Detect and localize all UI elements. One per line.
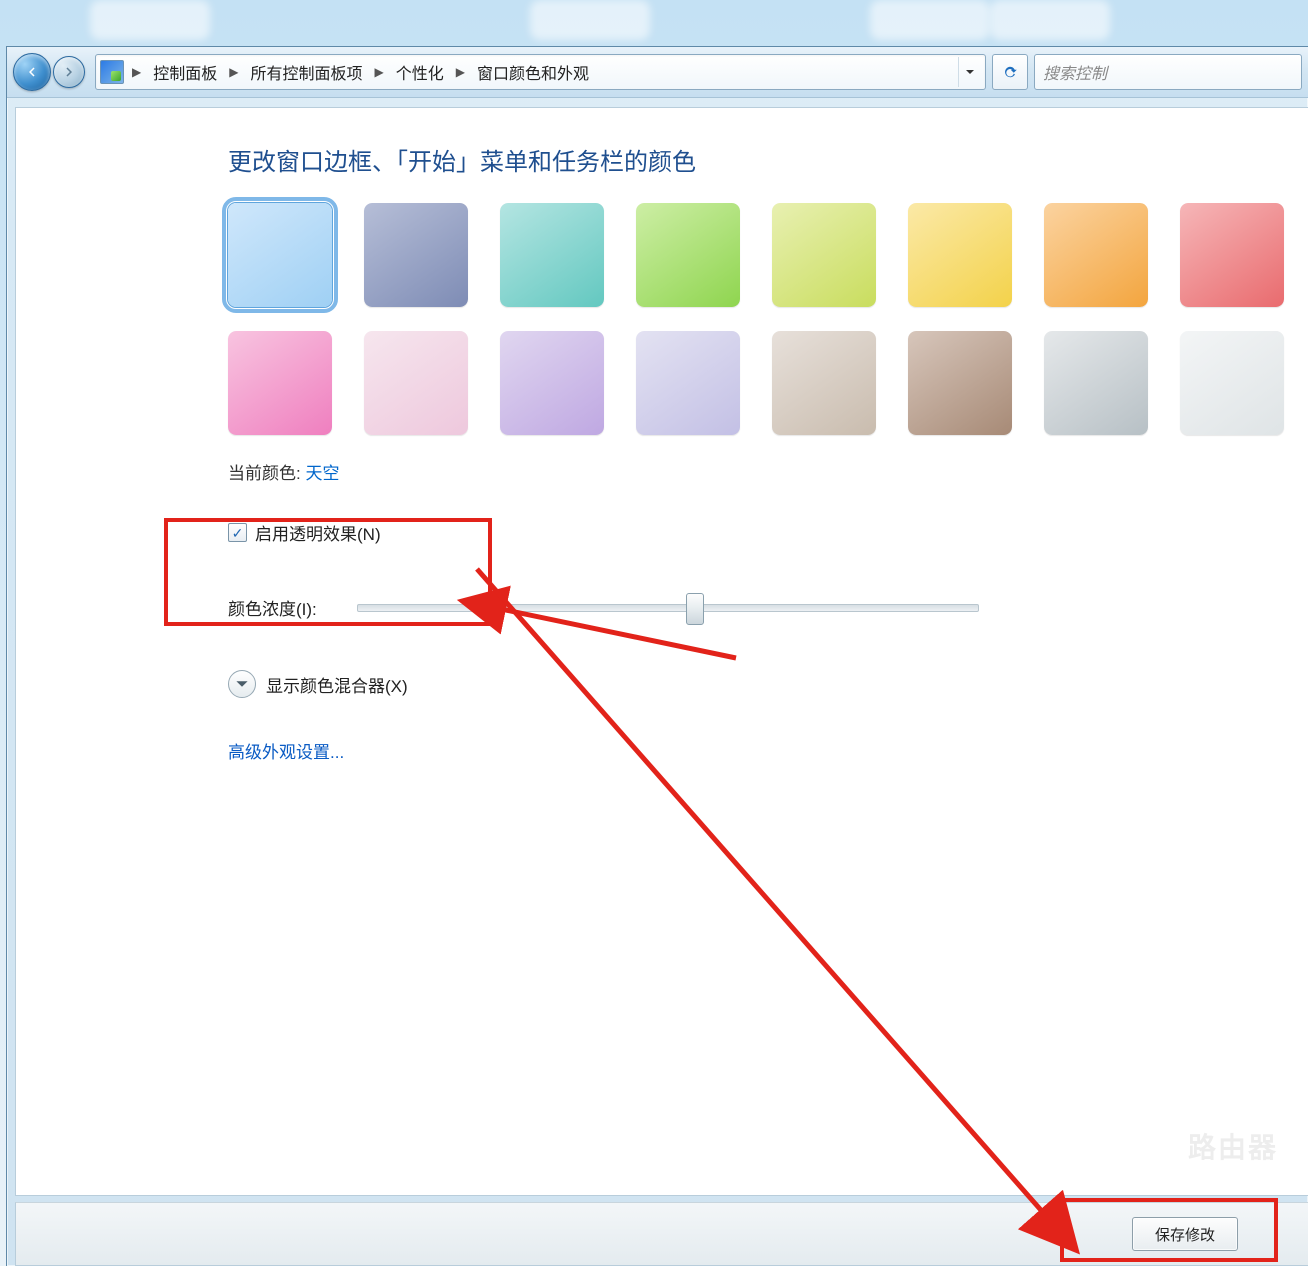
back-button[interactable] <box>13 53 51 91</box>
color-swatch-fuchsia[interactable] <box>228 331 332 435</box>
color-swatch-chocolate[interactable] <box>908 331 1012 435</box>
current-color-label: 当前颜色: <box>228 464 301 483</box>
page-title: 更改窗口边框、「开始」菜单和任务栏的颜色 <box>228 142 1308 177</box>
refresh-icon <box>1001 63 1019 81</box>
expand-button[interactable] <box>228 670 256 698</box>
search-placeholder: 搜索控制 <box>1043 60 1107 84</box>
color-swatch-sea[interactable] <box>500 203 604 307</box>
breadcrumb-item[interactable]: 个性化 <box>392 58 448 86</box>
breadcrumb-item[interactable]: 控制面板 <box>149 58 221 86</box>
search-input[interactable]: 搜索控制 <box>1034 54 1302 90</box>
bottom-action-bar: 保存修改 <box>15 1202 1308 1266</box>
navigation-bar: ▶ 控制面板 ▶ 所有控制面板项 ▶ 个性化 ▶ 窗口颜色和外观 搜索控制 <box>7 47 1308 98</box>
arrow-left-icon <box>23 63 41 81</box>
breadcrumb-item[interactable]: 所有控制面板项 <box>246 58 366 86</box>
desktop-background: ▶ 控制面板 ▶ 所有控制面板项 ▶ 个性化 ▶ 窗口颜色和外观 搜索控制 <box>0 0 1308 1266</box>
color-swatch-taupe[interactable] <box>772 331 876 435</box>
save-button[interactable]: 保存修改 <box>1132 1217 1238 1251</box>
current-color-row: 当前颜色: 天空 <box>228 459 1308 484</box>
address-dropdown[interactable] <box>958 57 981 87</box>
color-swatch-grid <box>228 203 1308 435</box>
forward-button[interactable] <box>53 56 85 88</box>
breadcrumb-sep-icon: ▶ <box>452 65 469 79</box>
current-color-value: 天空 <box>305 464 339 483</box>
color-swatch-lime[interactable] <box>772 203 876 307</box>
transparency-label: 启用透明效果(N) <box>255 520 381 545</box>
checkbox-icon[interactable]: ✓ <box>228 523 247 542</box>
color-swatch-ruby[interactable] <box>1180 203 1284 307</box>
color-swatch-sun[interactable] <box>908 203 1012 307</box>
breadcrumb-sep-icon: ▶ <box>225 65 242 79</box>
intensity-slider[interactable] <box>357 604 979 612</box>
color-mixer-expander[interactable]: 显示颜色混合器(X) <box>228 670 1308 698</box>
chevron-down-icon <box>235 677 249 691</box>
mixer-label: 显示颜色混合器(X) <box>266 672 408 697</box>
refresh-button[interactable] <box>992 54 1028 90</box>
color-swatch-lavender[interactable] <box>636 331 740 435</box>
color-swatch-twilight[interactable] <box>364 203 468 307</box>
color-swatch-pumpkin[interactable] <box>1044 203 1148 307</box>
intensity-label: 颜色浓度(I): <box>228 595 317 620</box>
watermark: 路由器 <box>1188 1126 1278 1166</box>
transparency-checkbox-row[interactable]: ✓ 启用透明效果(N) <box>228 520 1308 545</box>
personalization-icon <box>100 60 124 84</box>
slider-thumb[interactable] <box>686 593 704 625</box>
color-swatch-sky[interactable] <box>228 203 332 307</box>
breadcrumb-sep-icon: ▶ <box>128 65 145 79</box>
address-bar[interactable]: ▶ 控制面板 ▶ 所有控制面板项 ▶ 个性化 ▶ 窗口颜色和外观 <box>95 54 986 90</box>
color-swatch-blush[interactable] <box>364 331 468 435</box>
color-swatch-violet[interactable] <box>500 331 604 435</box>
chevron-down-icon <box>965 67 975 77</box>
breadcrumb-sep-icon: ▶ <box>371 65 388 79</box>
content-area: 更改窗口边框、「开始」菜单和任务栏的颜色 当前颜色: 天空 ✓ 启用透明效果(N… <box>15 107 1308 1196</box>
color-swatch-leaf[interactable] <box>636 203 740 307</box>
intensity-row: 颜色浓度(I): <box>228 595 1308 620</box>
color-swatch-slate[interactable] <box>1044 331 1148 435</box>
control-panel-window: ▶ 控制面板 ▶ 所有控制面板项 ▶ 个性化 ▶ 窗口颜色和外观 搜索控制 <box>6 46 1308 1266</box>
advanced-appearance-link[interactable]: 高级外观设置... <box>228 738 1308 763</box>
color-swatch-frost[interactable] <box>1180 331 1284 435</box>
save-button-label: 保存修改 <box>1155 1224 1215 1245</box>
arrow-right-icon <box>60 63 78 81</box>
breadcrumb-item[interactable]: 窗口颜色和外观 <box>473 58 593 86</box>
